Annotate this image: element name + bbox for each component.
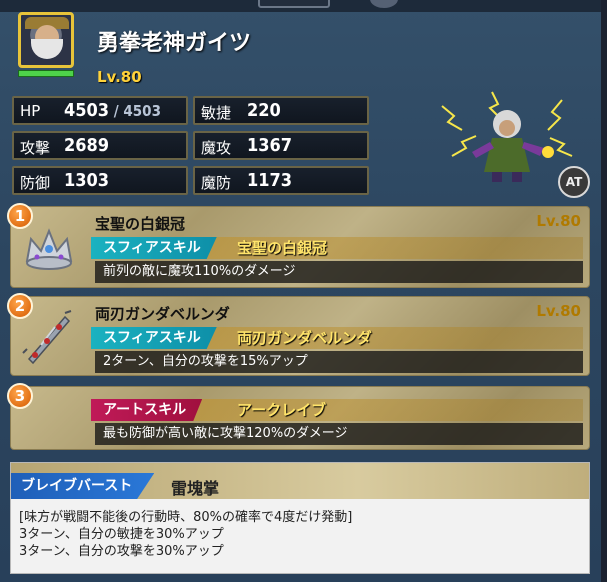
stat-attack-label: 攻撃 bbox=[20, 139, 51, 157]
stat-agility: 敏捷 220 bbox=[193, 96, 369, 125]
brave-burst-header: ブレイブバースト 雷塊掌 bbox=[11, 463, 589, 499]
skill-description: 最も防御が高い敵に攻撃120%のダメージ bbox=[95, 423, 583, 445]
top-round-button[interactable] bbox=[370, 0, 398, 8]
skill-level: Lv.80 bbox=[536, 212, 581, 230]
stat-hp-max: / 4503 bbox=[109, 102, 161, 120]
skill-number-badge: 3 bbox=[7, 383, 33, 409]
character-name: 勇拳老神ガイツ bbox=[97, 31, 252, 56]
sphere-skill-tag: スフィアスキル bbox=[91, 327, 217, 349]
skill-title: 宝聖の白銀冠 bbox=[95, 215, 186, 233]
character-detail-screen: 勇拳老神ガイツ Lv.80 HP 4503 / 4503 敏捷 220 攻撃 2… bbox=[0, 0, 607, 582]
brave-burst-line: 3ターン、自分の敏捷を30%アップ bbox=[19, 527, 224, 542]
skill-description: 2ターン、自分の攻撃を15%アップ bbox=[95, 351, 583, 373]
stat-magic-attack: 魔攻 1367 bbox=[193, 131, 369, 160]
skill-panel-1[interactable]: 1 宝聖の白銀冠 Lv.80 スフィアスキル 宝聖の白銀冠 前列の敵に魔攻110… bbox=[7, 203, 590, 288]
scrollbar[interactable] bbox=[601, 0, 607, 582]
stat-defense-label: 防御 bbox=[20, 174, 51, 192]
brave-burst-panel[interactable]: ブレイブバースト 雷塊掌 [味方が戦闘不能後の行動時、80%の確率で4度だけ発動… bbox=[10, 462, 590, 574]
top-toolbar bbox=[0, 0, 607, 12]
character-level: Lv.80 bbox=[97, 68, 142, 86]
stat-defense-value: 1303 bbox=[64, 170, 110, 191]
brave-burst-description: [味方が戦闘不能後の行動時、80%の確率で4度だけ発動] 3ターン、自分の敏捷を… bbox=[19, 509, 352, 560]
stat-hp-label: HP bbox=[20, 102, 41, 120]
silver-crown-icon bbox=[25, 228, 73, 270]
stat-magic-attack-label: 魔攻 bbox=[201, 139, 232, 157]
brave-burst-tag: ブレイブバースト bbox=[11, 473, 155, 499]
skill-level: Lv.80 bbox=[536, 302, 581, 320]
brave-burst-line: 3ターン、自分の攻撃を30%アップ bbox=[19, 544, 224, 559]
stat-agility-label: 敏捷 bbox=[201, 104, 232, 122]
skill-name: 両刃ガンダベルンダ bbox=[237, 329, 372, 347]
stat-hp-value: 4503 / 4503 bbox=[64, 100, 161, 121]
stat-magic-defense-label: 魔防 bbox=[201, 174, 232, 192]
stat-agility-value: 220 bbox=[247, 100, 281, 121]
stat-magic-defense-value: 1173 bbox=[247, 170, 293, 191]
skill-description: 前列の敵に魔攻110%のダメージ bbox=[95, 261, 583, 283]
character-portrait[interactable] bbox=[18, 12, 74, 68]
skill-title: 両刃ガンダベルンダ bbox=[95, 305, 230, 323]
sphere-skill-tag: スフィアスキル bbox=[91, 237, 217, 259]
top-tab-button[interactable] bbox=[258, 0, 330, 8]
brave-burst-line: [味方が戦闘不能後の行動時、80%の確率で4度だけ発動] bbox=[19, 510, 353, 525]
stat-magic-defense: 魔防 1173 bbox=[193, 166, 369, 195]
skill-name: アークレイブ bbox=[237, 401, 327, 419]
auto-target-button[interactable]: AT bbox=[558, 166, 590, 198]
stat-hp: HP 4503 / 4503 bbox=[12, 96, 188, 125]
stat-attack-value: 2689 bbox=[64, 135, 110, 156]
skill-panel-3[interactable]: 3 アートスキル アークレイブ 最も防御が高い敵に攻撃120%のダメージ bbox=[7, 383, 590, 450]
stat-defense: 防御 1303 bbox=[12, 166, 188, 195]
stat-attack: 攻撃 2689 bbox=[12, 131, 188, 160]
character-sprite bbox=[441, 91, 573, 182]
portrait-hp-gauge bbox=[18, 70, 74, 77]
stat-magic-attack-value: 1367 bbox=[247, 135, 293, 156]
brave-burst-name: 雷塊掌 bbox=[171, 479, 220, 498]
double-blade-icon bbox=[22, 310, 72, 365]
skill-name: 宝聖の白銀冠 bbox=[237, 239, 328, 257]
art-skill-tag: アートスキル bbox=[91, 399, 203, 421]
skill-panel-2[interactable]: 2 両刃ガンダベルンダ Lv.80 スフィアスキル 両刃ガンダベルンダ 2ターン… bbox=[7, 293, 590, 376]
portrait-beard bbox=[31, 39, 63, 59]
